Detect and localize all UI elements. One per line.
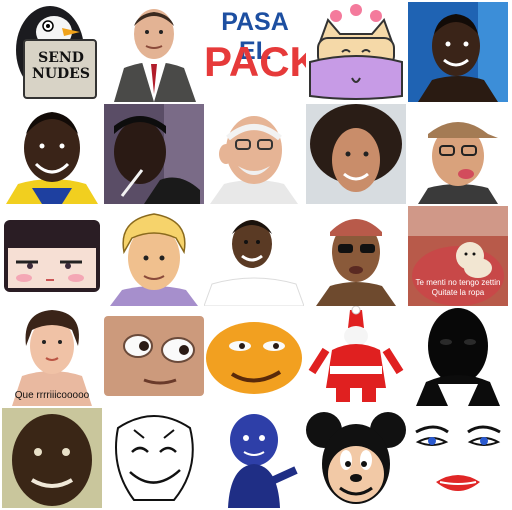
grinning-man-sticker[interactable]: [2, 408, 102, 508]
dog-caption-line-2: Quitate la ropa: [431, 288, 485, 297]
meme-face-sticker[interactable]: [104, 408, 204, 508]
smiling-man-blue-bg-sticker[interactable]: [408, 2, 508, 102]
anime-face-sticker[interactable]: [2, 206, 102, 306]
suited-man-sticker[interactable]: [104, 2, 204, 102]
dark-face-sticker[interactable]: [408, 306, 508, 406]
santa-icon: [308, 306, 404, 402]
blue-figure-sticker[interactable]: [204, 408, 304, 508]
wide-eyes-face-image: [104, 316, 204, 396]
man-sunglasses-sticker[interactable]: [306, 206, 406, 306]
penguin-send-nudes-sticker[interactable]: SEND NUDES: [2, 2, 102, 102]
orange-face-image: [206, 322, 302, 394]
anime-face-image: [4, 220, 100, 292]
smiling-man-yellow-shirt-image: [6, 112, 98, 204]
suited-man-image: [104, 2, 204, 102]
orange-face-sticker[interactable]: [204, 306, 304, 406]
man-with-straw-image: [104, 104, 204, 204]
smiling-man-yellow-shirt-sticker[interactable]: [2, 104, 102, 204]
man-sunglasses-image: [316, 219, 396, 306]
title-line-2: PACK: [204, 38, 306, 85]
man-with-cap-image: [418, 122, 498, 204]
pink-cat-sticker[interactable]: [306, 2, 406, 102]
meme-face-icon: [115, 415, 194, 501]
smiling-man-sticker[interactable]: [204, 206, 304, 306]
wide-eyes-face-sticker[interactable]: [104, 306, 204, 406]
woman-caption: Que rrrriiicooooo: [14, 390, 90, 401]
man-with-cap-sticker[interactable]: [408, 104, 508, 204]
santa-sticker[interactable]: [306, 306, 406, 406]
curly-hair-man-sticker[interactable]: [306, 104, 406, 204]
smiling-man-image: [204, 220, 304, 306]
old-man-glasses-sticker[interactable]: [204, 104, 304, 204]
dog-caption-sticker[interactable]: Te menti no tengo zettin Quitate la ropa: [408, 206, 508, 306]
cartoon-mouse-icon: [306, 412, 406, 504]
cartoon-mouse-sticker[interactable]: [306, 408, 406, 508]
drawn-eyes-lips-sticker[interactable]: [408, 408, 508, 508]
woman-caption-sticker[interactable]: Que rrrriiicooooo: [2, 306, 102, 406]
curly-hair-man-image: [306, 104, 406, 204]
sign-line-2: NUDES: [32, 66, 90, 82]
cartoon-hero-sticker[interactable]: [104, 206, 204, 306]
dark-face-image: [416, 308, 500, 406]
man-with-straw-sticker[interactable]: [104, 104, 204, 204]
pasa-el-pack-title-sticker: PASA EL PACK: [204, 2, 306, 102]
sign-line-1: SEND: [38, 50, 84, 66]
grinning-man-image: [2, 408, 102, 508]
eyes-lips-icon: [415, 425, 501, 491]
cartoon-hero-image: [110, 213, 198, 306]
cat-icon: [309, 4, 403, 100]
smiling-man-blue-bg-image: [408, 2, 508, 102]
old-man-glasses-image: [210, 116, 298, 204]
sticker-grid: SEND NUDES PASA EL PACK Te menti no teng…: [0, 0, 512, 510]
blue-figure-image: [228, 414, 298, 508]
dog-caption-line-1: Te menti no tengo zettin: [415, 278, 501, 287]
